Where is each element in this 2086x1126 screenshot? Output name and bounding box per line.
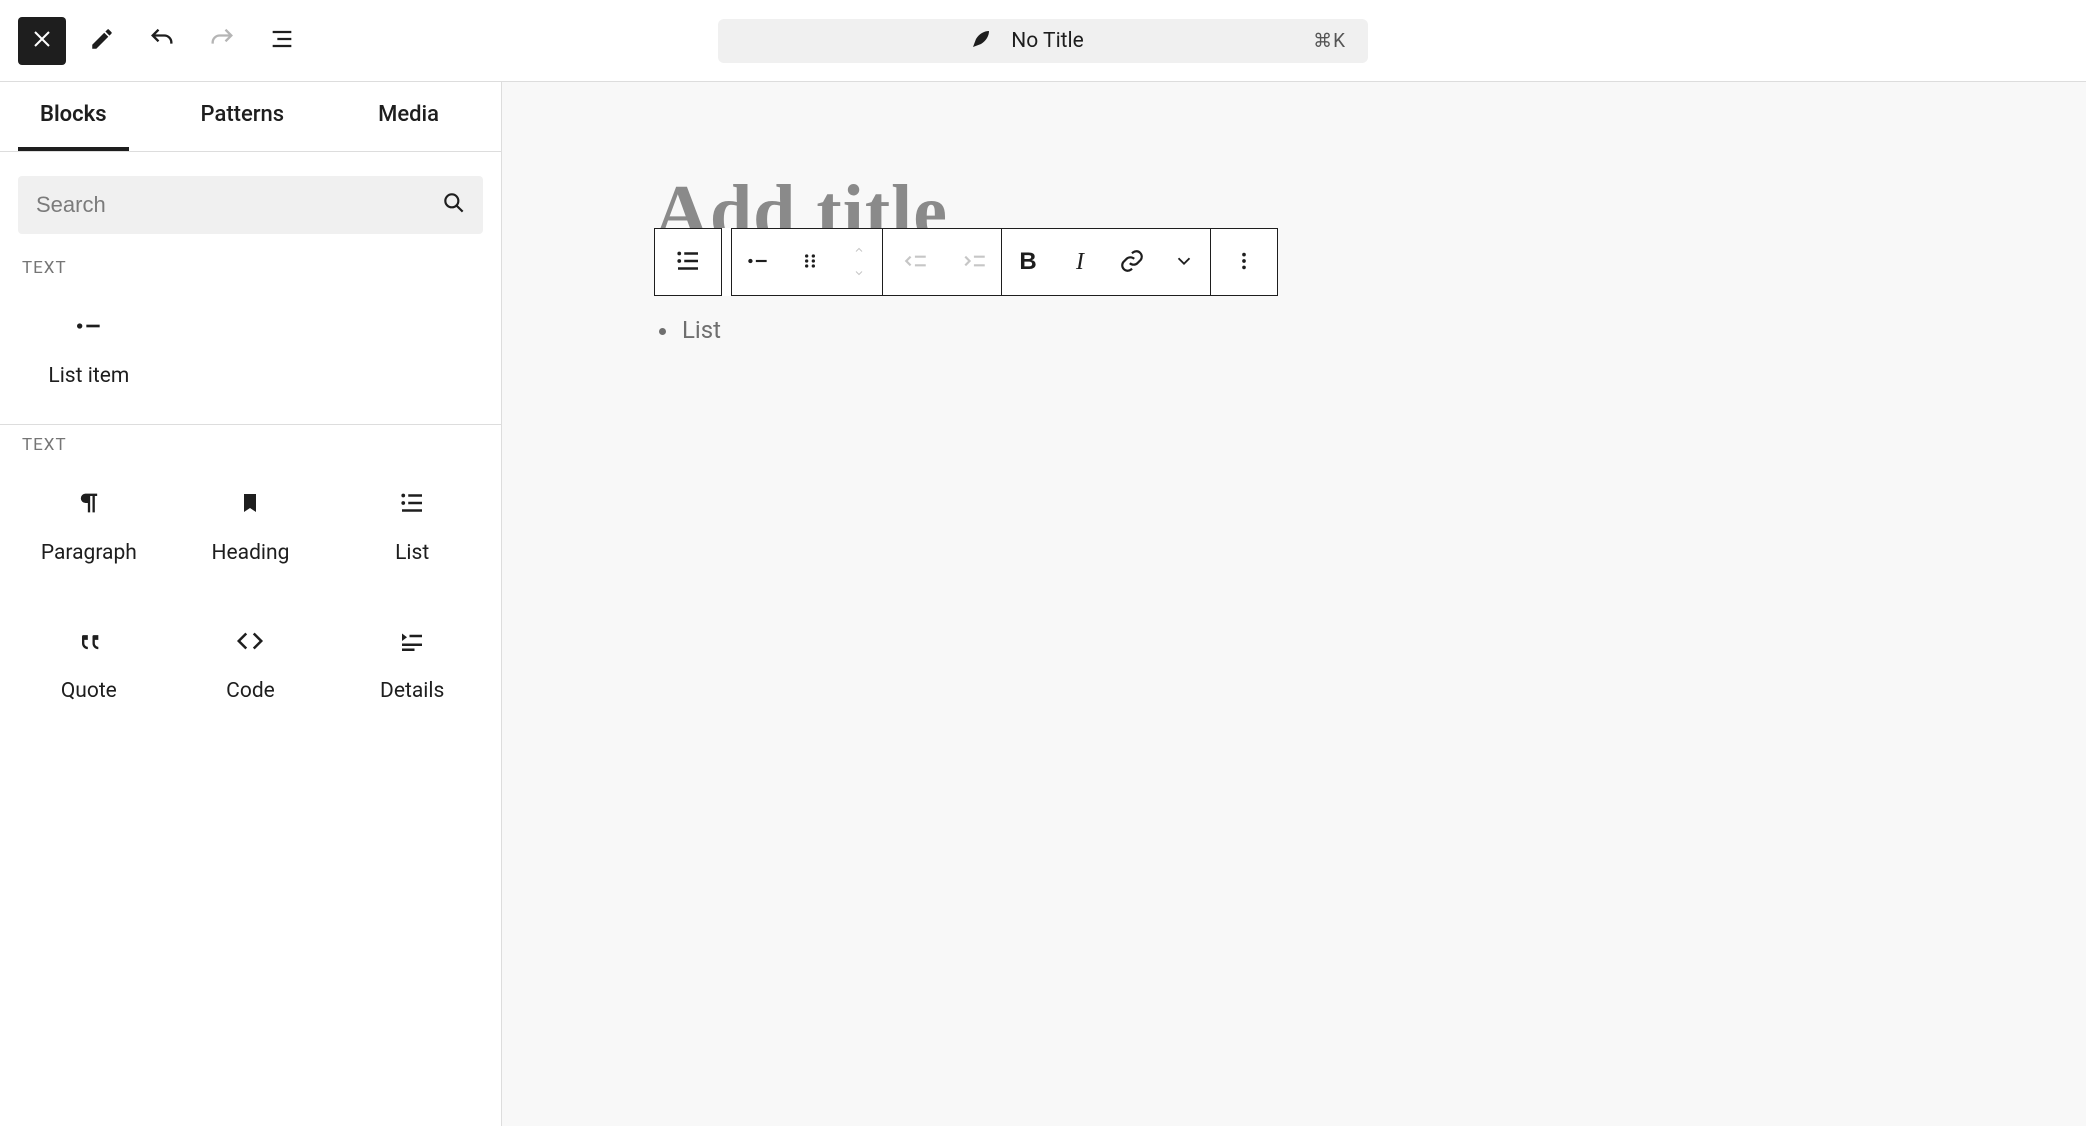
block-list-item[interactable]: List item	[8, 296, 170, 398]
indent-button	[949, 229, 1001, 295]
app-header: No Title ⌘K	[0, 0, 2086, 82]
unordered-list-button[interactable]	[732, 229, 784, 295]
search-input[interactable]	[34, 191, 441, 219]
close-icon	[30, 27, 54, 54]
outdent-button	[883, 229, 949, 295]
indent-icon	[962, 248, 988, 277]
redo-icon	[208, 25, 236, 56]
paragraph-icon	[69, 483, 109, 523]
keyboard-hint: ⌘K	[1313, 29, 1346, 52]
block-inserter-panel: Blocks Patterns Media TEXT	[0, 82, 502, 1126]
list-item-icon	[69, 306, 109, 346]
search-blocks[interactable]	[18, 176, 483, 234]
section-label: TEXT	[0, 425, 501, 455]
chevron-up-icon	[850, 241, 868, 260]
grid-handle-icon	[800, 251, 820, 274]
block-mover[interactable]	[836, 229, 882, 295]
section-label: TEXT	[0, 248, 501, 278]
header-left	[18, 17, 306, 65]
block-heading[interactable]: Heading	[170, 473, 332, 575]
link-icon	[1119, 248, 1145, 277]
pencil-icon	[89, 26, 115, 55]
link-button[interactable]	[1106, 229, 1158, 295]
block-label: Details	[380, 679, 444, 703]
more-vertical-icon	[1233, 250, 1255, 275]
block-type-button[interactable]	[655, 229, 721, 295]
bullet-list-icon	[745, 248, 771, 277]
bookmark-icon	[230, 483, 270, 523]
list-view-icon	[268, 25, 296, 56]
block-grid-text: Paragraph Heading List Quote	[0, 455, 501, 739]
chevron-down-icon	[850, 264, 868, 283]
command-center[interactable]: No Title ⌘K	[718, 19, 1368, 63]
list-icon	[392, 483, 432, 523]
undo-icon	[148, 25, 176, 56]
block-code[interactable]: Code	[170, 611, 332, 713]
tab-media[interactable]: Media	[356, 82, 461, 151]
tab-patterns[interactable]: Patterns	[179, 82, 307, 151]
list-block[interactable]: List	[654, 316, 721, 344]
editor-canvas[interactable]: Add title	[502, 82, 2086, 1126]
main: Blocks Patterns Media TEXT	[0, 82, 2086, 1126]
block-paragraph[interactable]: Paragraph	[8, 473, 170, 575]
tools-button[interactable]	[78, 17, 126, 65]
code-icon	[230, 621, 270, 661]
block-label: List item	[48, 364, 129, 388]
ordered-list-button[interactable]	[784, 229, 836, 295]
chevron-down-icon	[1173, 250, 1195, 275]
block-label: Code	[226, 679, 275, 703]
block-label: Heading	[212, 541, 290, 565]
italic-icon: I	[1076, 249, 1084, 276]
close-editor-button[interactable]	[18, 17, 66, 65]
feather-icon	[969, 27, 993, 55]
block-label: Paragraph	[41, 541, 137, 565]
block-grid-suggested: List item	[0, 278, 501, 424]
block-details[interactable]: Details	[331, 611, 493, 713]
document-title: No Title	[1011, 29, 1084, 53]
bold-icon: B	[1019, 248, 1036, 276]
list-icon	[673, 246, 703, 279]
block-label: List	[395, 541, 429, 565]
list-item-placeholder[interactable]: List	[680, 316, 721, 344]
tab-blocks[interactable]: Blocks	[18, 82, 129, 151]
block-options-button[interactable]	[1211, 229, 1277, 295]
undo-button[interactable]	[138, 17, 186, 65]
bold-button[interactable]: B	[1002, 229, 1054, 295]
italic-button[interactable]: I	[1054, 229, 1106, 295]
quote-icon	[69, 621, 109, 661]
block-list[interactable]: List	[331, 473, 493, 575]
inserter-tabs: Blocks Patterns Media	[0, 82, 501, 152]
block-toolbar: B I	[654, 228, 1278, 296]
search-icon	[441, 190, 467, 220]
more-rich-text-button[interactable]	[1158, 229, 1210, 295]
block-label: Quote	[61, 679, 117, 703]
redo-button	[198, 17, 246, 65]
details-icon	[392, 621, 432, 661]
document-overview-button[interactable]	[258, 17, 306, 65]
block-quote[interactable]: Quote	[8, 611, 170, 713]
outdent-icon	[903, 248, 929, 277]
